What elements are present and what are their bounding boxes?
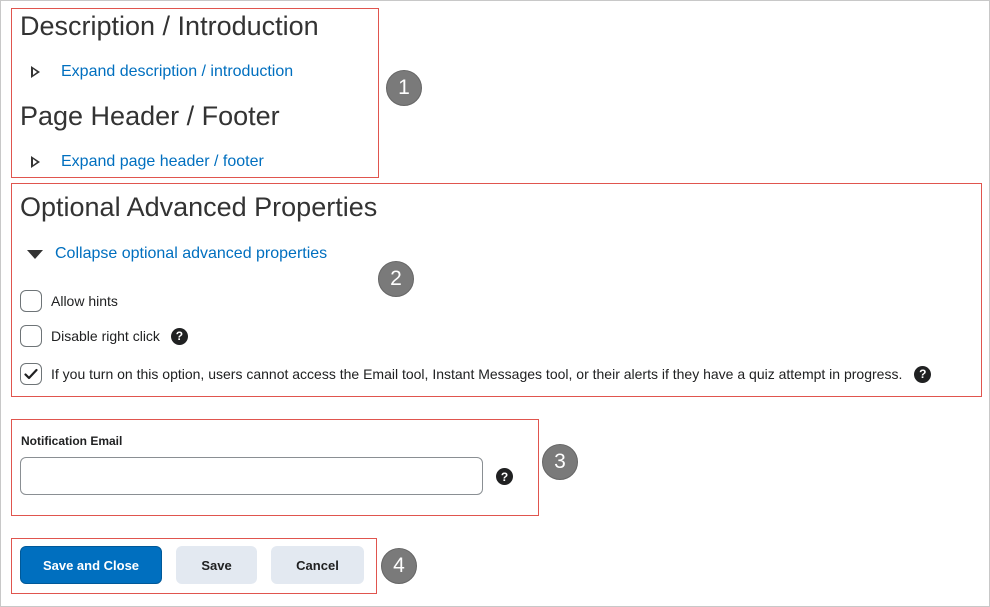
- collapse-advanced-label: Collapse optional advanced properties: [55, 245, 328, 262]
- callout-badge-1: 1: [386, 70, 422, 106]
- collapse-advanced-toggle[interactable]: Collapse optional advanced properties: [27, 245, 327, 263]
- checkmark-icon: [24, 368, 38, 380]
- save-button[interactable]: Save: [176, 546, 257, 584]
- disable-right-click-row: Disable right click ?: [20, 325, 188, 347]
- advanced-heading: Optional Advanced Properties: [20, 192, 378, 222]
- cancel-button[interactable]: Cancel: [271, 546, 364, 584]
- triangle-right-icon: [31, 66, 40, 78]
- help-icon[interactable]: ?: [914, 365, 932, 383]
- allow-hints-row: Allow hints: [20, 290, 118, 312]
- allow-hints-checkbox[interactable]: [20, 290, 42, 312]
- block-communication-checkbox[interactable]: [20, 363, 42, 385]
- block-communication-label: If you turn on this option, users cannot…: [51, 366, 903, 382]
- header-footer-heading: Page Header / Footer: [20, 101, 280, 131]
- callout-badge-3: 3: [542, 444, 578, 480]
- help-icon[interactable]: ?: [170, 327, 188, 345]
- triangle-right-icon: [31, 156, 40, 168]
- help-icon[interactable]: ?: [496, 468, 513, 485]
- disable-right-click-label: Disable right click: [51, 328, 160, 344]
- expand-description-label: Expand description / introduction: [61, 63, 294, 80]
- expand-header-footer-label: Expand page header / footer: [61, 153, 264, 170]
- callout-badge-4: 4: [381, 548, 417, 584]
- callout-badge-2: 2: [378, 261, 414, 297]
- notification-email-label: Notification Email: [21, 434, 123, 448]
- description-heading: Description / Introduction: [20, 11, 319, 41]
- save-and-close-button[interactable]: Save and Close: [20, 546, 162, 584]
- expand-header-footer-toggle[interactable]: Expand page header / footer: [31, 153, 264, 171]
- disable-right-click-checkbox[interactable]: [20, 325, 42, 347]
- block-communication-row: If you turn on this option, users cannot…: [20, 363, 932, 385]
- triangle-down-icon: [27, 249, 43, 259]
- expand-description-toggle[interactable]: Expand description / introduction: [31, 63, 293, 81]
- allow-hints-label: Allow hints: [51, 293, 118, 309]
- notification-email-input[interactable]: [20, 457, 483, 495]
